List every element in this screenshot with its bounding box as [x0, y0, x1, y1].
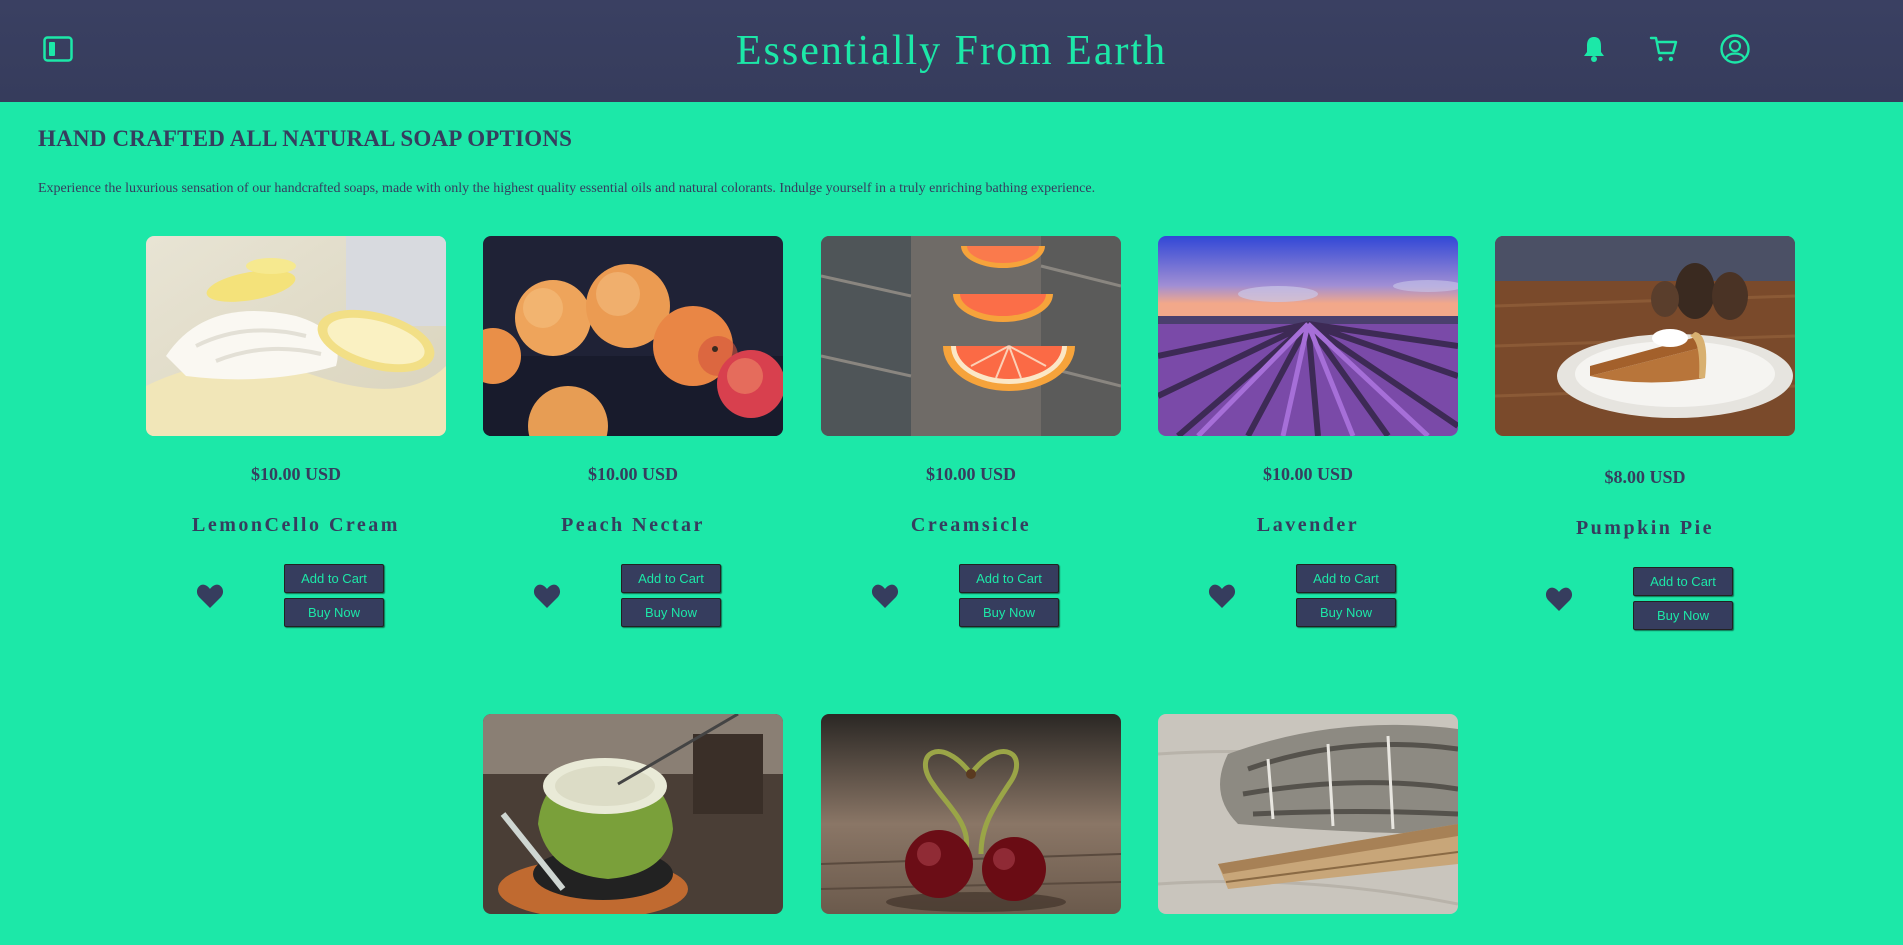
cherries-photo[interactable] [821, 714, 1121, 914]
pumpkin-pie-photo[interactable] [1495, 236, 1795, 436]
section-heading: HAND CRAFTED ALL NATURAL SOAP OPTIONS [38, 126, 573, 151]
product-card [821, 714, 1121, 914]
product-price: $8.00 USD [1604, 467, 1686, 487]
sage-bundle-photo[interactable] [1158, 714, 1458, 914]
product-name: LemonCello Cream [192, 514, 400, 536]
lavender-field-photo[interactable] [1158, 236, 1458, 436]
heart-icon[interactable] [871, 583, 899, 609]
bell-icon[interactable] [1578, 33, 1610, 65]
heart-icon[interactable] [196, 583, 224, 609]
add-to-cart-button[interactable]: Add to Cart [621, 564, 721, 593]
product-name: Creamsicle [910, 514, 1032, 536]
buy-now-button[interactable]: Buy Now [621, 598, 721, 627]
add-to-cart-button[interactable]: Add to Cart [959, 564, 1059, 593]
add-to-cart-button[interactable]: Add to Cart [1296, 564, 1396, 593]
section-intro: Experience the luxurious sensation of ou… [38, 181, 1096, 196]
product-name: Lavender [1256, 514, 1360, 536]
orange-slices-photo[interactable] [821, 236, 1121, 436]
product-card: $10.00 USD Creamsicle Add to Cart Buy No… [821, 236, 1121, 636]
heart-icon[interactable] [533, 583, 561, 609]
product-card: $10.00 USD LemonCello Cream Add to Cart … [146, 236, 446, 636]
product-price: $10.00 USD [587, 464, 678, 484]
add-to-cart-button[interactable]: Add to Cart [1633, 567, 1733, 596]
add-to-cart-button[interactable]: Add to Cart [284, 564, 384, 593]
apricots-photo[interactable] [483, 236, 783, 436]
user-icon[interactable] [1719, 33, 1751, 65]
site-title: Essentially From Earth [735, 28, 1168, 74]
product-card: $10.00 USD Peach Nectar Add to Cart Buy … [483, 236, 783, 636]
product-price: $10.00 USD [925, 464, 1016, 484]
lemon-cream-photo[interactable] [146, 236, 446, 436]
product-price: $10.00 USD [1262, 464, 1353, 484]
buy-now-button[interactable]: Buy Now [1633, 601, 1733, 630]
product-price: $10.00 USD [250, 464, 341, 484]
buy-now-button[interactable]: Buy Now [1296, 598, 1396, 627]
buy-now-button[interactable]: Buy Now [284, 598, 384, 627]
product-card [483, 714, 783, 914]
buy-now-button[interactable]: Buy Now [959, 598, 1059, 627]
top-bar: Essentially From Earth [0, 0, 1903, 102]
cart-icon[interactable] [1648, 33, 1680, 65]
coconut-photo[interactable] [483, 714, 783, 914]
product-card: $10.00 USD Lavender Add to Cart Buy Now [1158, 236, 1458, 636]
heart-icon[interactable] [1208, 583, 1236, 609]
product-card [1158, 714, 1458, 914]
product-name: Pumpkin Pie [1575, 517, 1715, 539]
product-name: Peach Nectar [561, 514, 705, 536]
product-card: $8.00 USD Pumpkin Pie Add to Cart Buy No… [1495, 236, 1795, 636]
heart-icon[interactable] [1545, 586, 1573, 612]
